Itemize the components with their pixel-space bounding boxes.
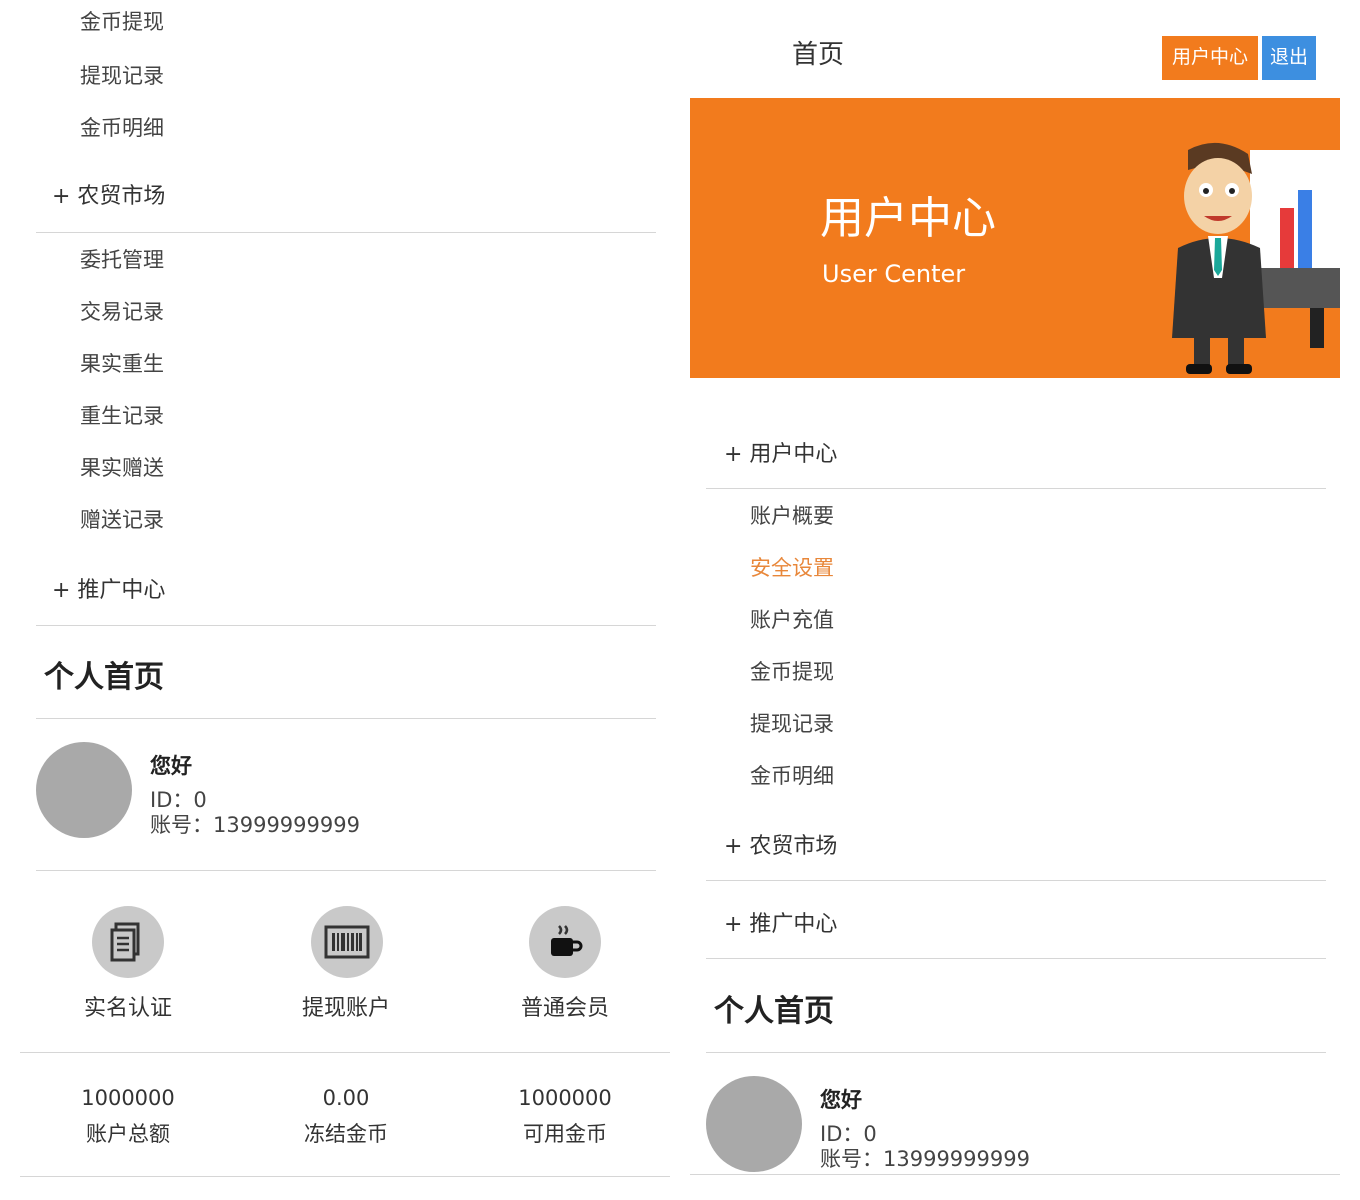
profile-account: 账号：13999999999 <box>820 1147 1030 1171</box>
right-screen: 首页 用户中心 退出 用户中心 User Center + 用户中心 账户概要 … <box>690 0 1340 1200</box>
user-center-button[interactable]: 用户中心 <box>1162 36 1259 80</box>
quick-label-withdraw-account[interactable]: 提现账户 <box>266 990 426 1022</box>
avatar <box>36 742 132 838</box>
menu-group-market[interactable]: + 农贸市场 <box>52 178 165 210</box>
menu-item-gold-withdraw[interactable]: 金币提现 <box>80 6 164 36</box>
left-screen: 金币提现 提现记录 金币明细 + 农贸市场 委托管理 交易记录 果实重生 重生记… <box>0 0 670 1200</box>
banner-title: 用户中心 <box>820 193 996 244</box>
menu-item-gold-details[interactable]: 金币明细 <box>80 112 164 142</box>
stat-value: 1000000 <box>518 1086 612 1110</box>
stat-label: 冻结金币 <box>304 1122 388 1146</box>
menu-group-promo[interactable]: + 推广中心 <box>724 906 837 938</box>
document-icon[interactable] <box>92 906 164 978</box>
divider <box>36 625 656 626</box>
divider <box>36 718 656 719</box>
profile-account: 账号：13999999999 <box>150 813 360 837</box>
stat-frozen: 0.00 冻结金币 <box>246 1080 446 1152</box>
profile-greeting: 您好 <box>820 1088 862 1112</box>
menu-item-recharge[interactable]: 账户充值 <box>750 604 834 634</box>
stat-value: 0.00 <box>322 1086 370 1110</box>
menu-group-market[interactable]: + 农贸市场 <box>724 828 837 860</box>
avatar <box>706 1076 802 1172</box>
nav-home[interactable]: 首页 <box>792 34 844 71</box>
stat-label: 可用金币 <box>523 1122 607 1146</box>
divider <box>36 232 656 233</box>
menu-item-security-settings[interactable]: 安全设置 <box>750 552 834 582</box>
menu-item-withdraw-records[interactable]: 提现记录 <box>80 60 164 90</box>
user-center-banner: 用户中心 User Center <box>690 98 1340 378</box>
stat-available: 1000000 可用金币 <box>465 1080 665 1152</box>
barcode-icon[interactable] <box>311 906 383 978</box>
section-title: 个人首页 <box>714 994 834 1029</box>
stat-total: 1000000 账户总额 <box>28 1080 228 1152</box>
menu-item-trade-records[interactable]: 交易记录 <box>80 296 164 326</box>
menu-group-promo[interactable]: + 推广中心 <box>52 572 165 604</box>
menu-group-user-center[interactable]: + 用户中心 <box>724 436 837 468</box>
stat-value: 1000000 <box>81 1086 175 1110</box>
divider <box>706 958 1326 959</box>
menu-item-gold-withdraw[interactable]: 金币提现 <box>750 656 834 686</box>
quick-label-member[interactable]: 普通会员 <box>485 990 645 1022</box>
profile-greeting: 您好 <box>150 754 192 778</box>
coffee-icon[interactable] <box>529 906 601 978</box>
menu-item-gift-records[interactable]: 赠送记录 <box>80 504 164 534</box>
quick-label-realname[interactable]: 实名认证 <box>48 990 208 1022</box>
section-title: 个人首页 <box>44 660 164 695</box>
menu-item-fruit-gift[interactable]: 果实赠送 <box>80 452 164 482</box>
divider <box>36 870 656 871</box>
banner-subtitle: User Center <box>822 260 966 288</box>
menu-item-consign[interactable]: 委托管理 <box>80 244 164 274</box>
divider <box>706 880 1326 881</box>
menu-item-rebirth-records[interactable]: 重生记录 <box>80 400 164 430</box>
menu-item-gold-details[interactable]: 金币明细 <box>750 760 834 790</box>
logout-button[interactable]: 退出 <box>1262 36 1317 80</box>
stat-label: 账户总额 <box>86 1122 170 1146</box>
divider <box>706 1052 1326 1053</box>
menu-item-fruit-rebirth[interactable]: 果实重生 <box>80 348 164 378</box>
divider <box>20 1176 670 1177</box>
divider <box>706 488 1326 489</box>
businessman-illustration <box>1172 142 1340 374</box>
divider <box>690 1174 1340 1175</box>
menu-item-withdraw-records[interactable]: 提现记录 <box>750 708 834 738</box>
menu-item-account-overview[interactable]: 账户概要 <box>750 500 834 530</box>
divider <box>20 1052 670 1053</box>
